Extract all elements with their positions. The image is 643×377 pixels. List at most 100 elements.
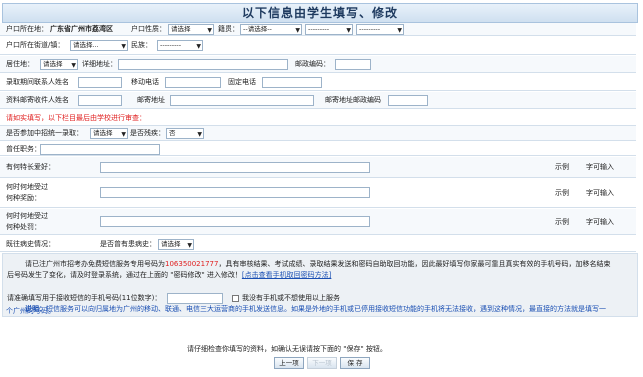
specialty-example-link[interactable]: 示例 [555, 161, 569, 173]
postcode-input[interactable] [335, 59, 371, 70]
specialty-input[interactable] [100, 162, 370, 173]
mail-postcode-input[interactable] [388, 95, 428, 106]
sms-phone-input[interactable] [167, 293, 223, 304]
native-district-select[interactable]: --------- ▼ [356, 24, 404, 35]
sms-notice-text-a: 请已注广州市招考办免费短信服务专用号码为 [25, 260, 165, 268]
specialty-label: 有何特长爱好： [6, 163, 55, 171]
mobile-label: 移动电话 [131, 78, 159, 86]
disabled-select[interactable]: 否 ▼ [166, 128, 204, 139]
enroll-select-value: 请选择 [93, 129, 113, 137]
no-phone-checkbox[interactable] [232, 295, 239, 302]
residence-row: 居住地： 请选择 ▼ 详细地址： 邮政编码： [0, 56, 636, 73]
native-province-select[interactable]: --请选择-- ▼ [240, 24, 302, 35]
disease-select-value: 请选择 [161, 240, 181, 248]
hukou-type-select[interactable]: 请选择 ▼ [168, 24, 214, 35]
contact-row: 录取期间联系人姓名 移动电话 固定电话 [0, 74, 636, 91]
punish-input-hint: 字可输入 [586, 218, 614, 226]
enroll-row: 是否参加中招统一录取： 请选择 ▼ 是否残疾： 否 ▼ [0, 126, 636, 141]
award-label-2: 何种奖励： [6, 194, 41, 202]
ethnic-select-value: --------- [160, 41, 182, 49]
native-city-select[interactable]: --------- ▼ [305, 24, 353, 35]
award-example-link[interactable]: 示例 [555, 187, 569, 199]
warning-row: 请如实填写，以下栏目最后由学校进行审查： [0, 110, 636, 126]
phone-label: 固定电话 [228, 78, 256, 86]
sms-notice-line-2: 后号码发生了变化，请及时登录系统，通过在上面的 "密码修改" 进入修改！[点击查… [7, 270, 637, 281]
contact-name-input[interactable] [78, 77, 122, 88]
receiver-input[interactable] [78, 95, 122, 106]
disabled-select-value: 否 [169, 129, 176, 137]
chevron-down-icon: ▼ [197, 131, 202, 138]
award-input[interactable] [100, 187, 370, 198]
chevron-down-icon: ▼ [196, 43, 201, 50]
punish-label-2: 何种处罚： [6, 223, 41, 231]
contact-name-label: 录取期间联系人姓名 [6, 78, 69, 86]
duty-label: 曾任职务： [6, 145, 41, 153]
hukou-value: 广东省广州市荔湾区 [50, 25, 113, 33]
disease-select[interactable]: 请选择 ▼ [158, 239, 194, 250]
hukou-row: 户口所在地： 广东省广州市荔湾区 户口性质： 请选择 ▼ 籍贯： --请选择-- ▼… [0, 23, 636, 36]
ethnic-label: 民族： [131, 41, 152, 49]
next-button[interactable]: 下一项 [307, 357, 337, 369]
save-button[interactable]: 保 存 [340, 357, 370, 369]
specialty-input-hint: 字可输入 [586, 163, 614, 171]
sms-explain-text-a: 短信服务可以向归属地为广州的移动、联通、电信三大运营商的手机发送信息。如果是外地… [46, 305, 606, 313]
address-input[interactable] [118, 59, 288, 70]
punish-row: 何时何地受过 何种处罚： 示例 字可输入 [0, 209, 636, 235]
native-province-value: --请选择-- [243, 25, 272, 33]
sms-notice-line-1: 请已注广州市招考办免费短信服务专用号码为106350021777，具有审核结果、… [25, 259, 635, 270]
residence-select-value: 请选择 [43, 60, 63, 68]
prev-button[interactable]: 上一项 [274, 357, 304, 369]
mail-address-label: 邮寄地址 [137, 96, 165, 104]
ethnic-select[interactable]: --------- ▼ [157, 40, 203, 51]
chevron-down-icon: ▼ [346, 27, 351, 34]
disabled-label: 是否残疾： [130, 129, 165, 137]
award-input-hint: 字可输入 [586, 189, 614, 197]
native-district-value: --------- [359, 25, 381, 33]
punish-example-link[interactable]: 示例 [555, 216, 569, 228]
page-title: 以下信息由学生填写、修改 [2, 3, 638, 23]
hukou-label: 户口所在地： [6, 25, 48, 33]
residence-select[interactable]: 请选择 ▼ [40, 59, 78, 70]
duty-row: 曾任职务： [0, 142, 636, 156]
mobile-input[interactable] [165, 77, 221, 88]
mail-address-input[interactable] [170, 95, 314, 106]
native-label: 籍贯： [218, 25, 239, 33]
chevron-down-icon: ▼ [187, 242, 192, 249]
address-label: 详细地址： [82, 60, 117, 68]
mail-row: 资料邮寄收件人姓名 邮寄地址 邮寄地址邮政编码 [0, 92, 636, 109]
chevron-down-icon: ▼ [397, 27, 402, 34]
chevron-down-icon: ▼ [121, 131, 126, 138]
sms-explain-line-2: 个广州的号码。 [6, 307, 55, 315]
no-phone-label: 我没有手机或不想使用以上服务 [242, 294, 340, 302]
sms-notice-panel: 请已注广州市招考办免费短信服务专用号码为106350021777，具有审核结果、… [2, 253, 638, 317]
chevron-down-icon: ▼ [121, 43, 126, 50]
specialty-row: 有何特长爱好： 示例 字可输入 [0, 157, 636, 178]
enroll-select[interactable]: 请选择 ▼ [90, 128, 128, 139]
warning-text: 请如实填写，以下栏目最后由学校进行审查： [6, 114, 146, 122]
award-row: 何时何地受过 何种奖励： 示例 字可输入 [0, 179, 636, 208]
postcode-label: 邮政编码： [295, 60, 330, 68]
duty-input[interactable] [40, 144, 160, 155]
street-select-value: 请选择... [73, 41, 99, 49]
street-select[interactable]: 请选择... ▼ [70, 40, 128, 51]
punish-input[interactable] [100, 216, 370, 227]
sms-phone-row: 请准确填写用于接收短信的手机号码(11位数字)： [7, 293, 161, 304]
mail-postcode-label: 邮寄地址邮政编码 [325, 96, 381, 104]
native-city-value: --------- [308, 25, 330, 33]
student-info-form-page: 以下信息由学生填写、修改 户口所在地： 广东省广州市荔湾区 户口性质： 请选择 ▼… [0, 0, 643, 377]
sms-notice-text-c: 后号码发生了变化，请及时登录系统，通过在上面的 "密码修改" 进入修改！ [7, 271, 242, 279]
street-label: 户口所在街道/镇： [6, 41, 65, 49]
receiver-label: 资料邮寄收件人姓名 [6, 96, 69, 104]
sms-phone-label: 请准确填写用于接收短信的手机号码(11位数字)： [7, 294, 162, 302]
phone-input[interactable] [262, 77, 322, 88]
hukou-type-select-value: 请选择 [171, 25, 191, 33]
medical-label: 既往病史情况： [6, 240, 55, 248]
chevron-down-icon: ▼ [71, 62, 76, 69]
password-recovery-link[interactable]: [点击查看手机取回密码方法] [242, 271, 331, 279]
residence-label: 居住地： [6, 60, 34, 68]
hukou-type-label: 户口性质： [131, 25, 166, 33]
sms-number: 106350021777 [165, 260, 219, 268]
chevron-down-icon: ▼ [207, 27, 212, 34]
chevron-down-icon: ▼ [295, 27, 300, 34]
sms-notice-text-b: ，具有审核结果、考试成绩、录取结果发送和密码自助取回功能，因此最好填写你家最可靠… [218, 260, 611, 268]
